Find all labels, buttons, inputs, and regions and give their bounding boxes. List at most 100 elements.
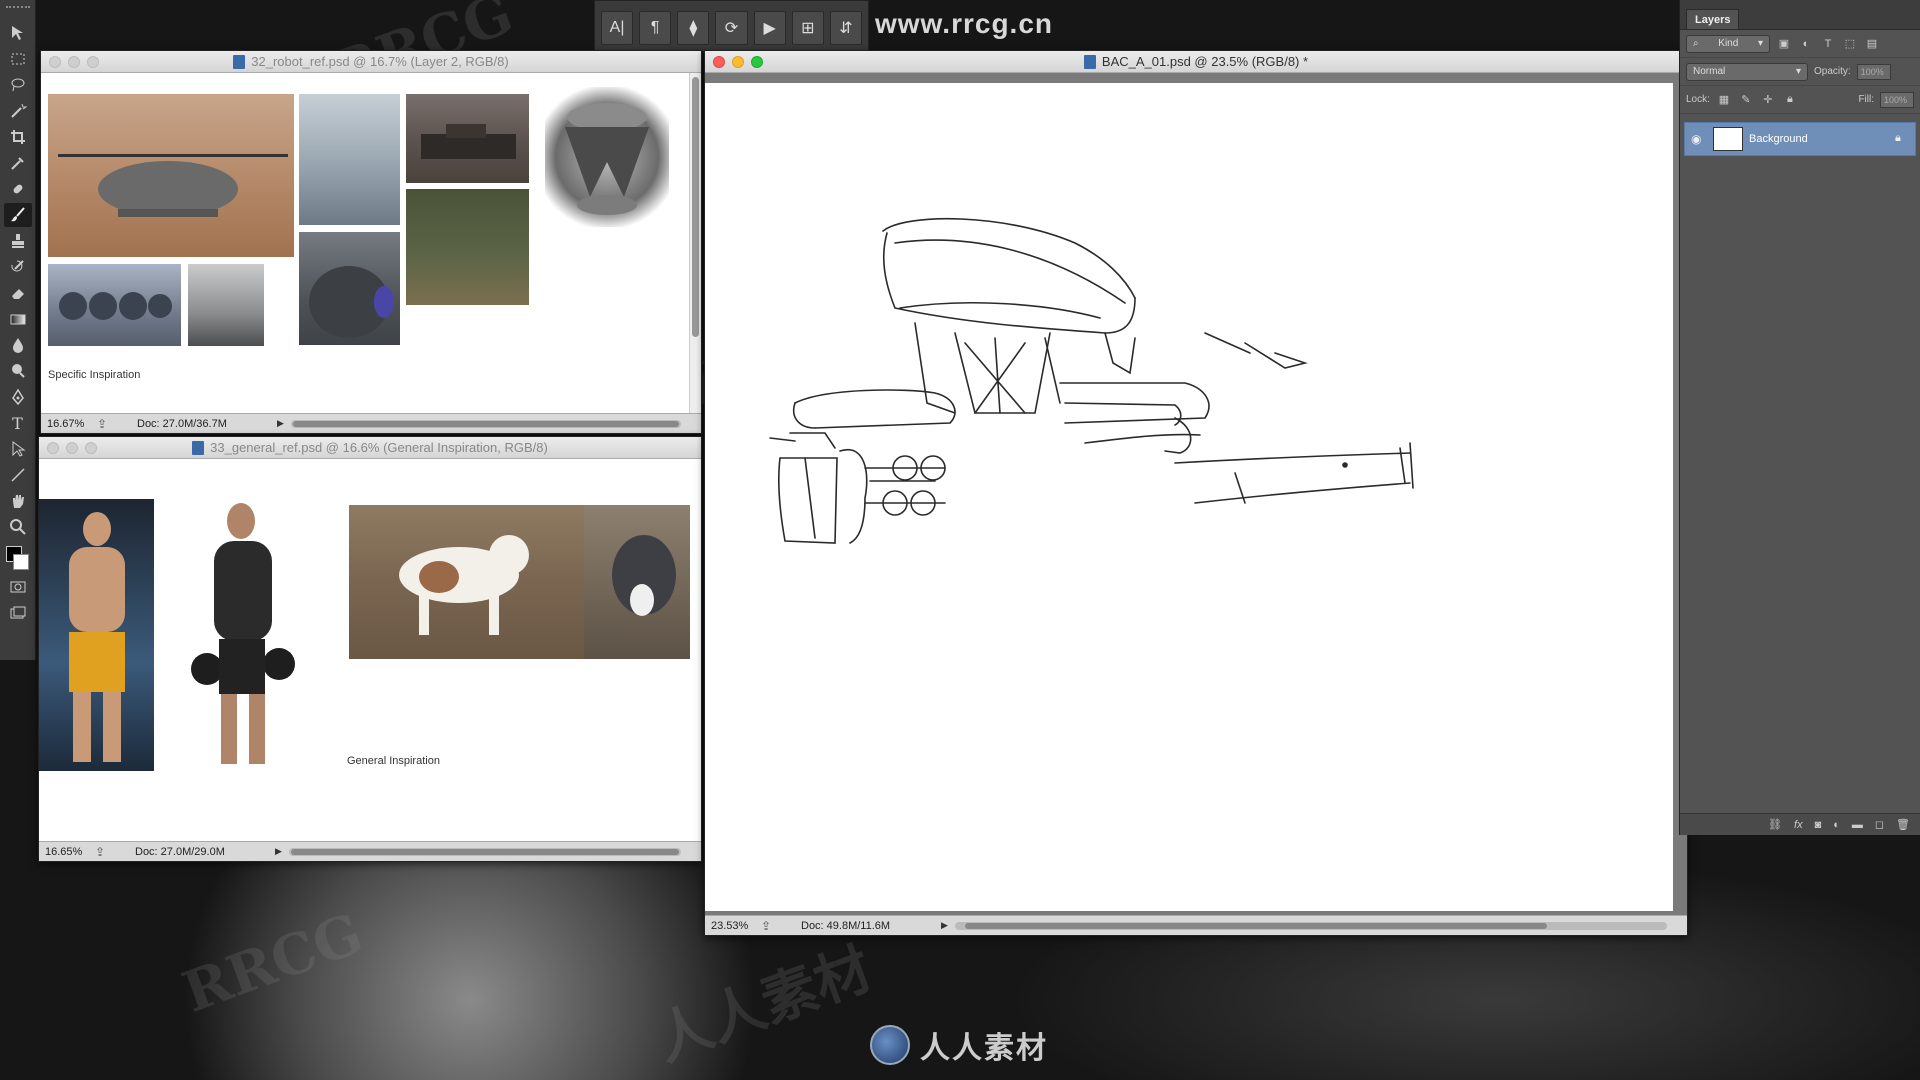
move-icon[interactable] [4, 21, 32, 45]
actions-play-button[interactable]: ▶ [753, 11, 786, 45]
tools-panel: T [0, 0, 36, 660]
layers-tab[interactable]: Layers [1686, 9, 1740, 29]
minimize-button[interactable] [732, 56, 744, 68]
scrollbar-thumb[interactable] [965, 922, 1547, 929]
filter-smart-object-icon[interactable]: ▤ [1864, 36, 1880, 52]
status-menu-arrow-icon[interactable]: ▶ [941, 920, 955, 931]
adjustment-icon[interactable]: ◐ [1833, 819, 1840, 831]
zoom-level[interactable]: 23.53% [711, 920, 761, 932]
trash-icon[interactable]: 🗑︎ [1896, 818, 1910, 831]
lock-transparent-icon[interactable]: ▦ [1716, 92, 1732, 108]
general-inspiration-caption: General Inspiration [347, 755, 440, 767]
eyedropper-icon[interactable] [4, 151, 32, 175]
layer-comps-button[interactable]: ⊞ [791, 11, 824, 45]
marquee-icon[interactable] [4, 47, 32, 71]
layer-filter-select[interactable]: ⌕ Kind ▾ [1686, 34, 1770, 53]
lasso-icon[interactable] [4, 73, 32, 97]
share-icon[interactable]: ⇪ [761, 919, 801, 933]
status-menu-arrow-icon[interactable]: ▶ [277, 418, 291, 429]
share-icon[interactable]: ⇪ [97, 417, 137, 431]
filter-type-icon[interactable]: T [1820, 36, 1836, 52]
layer-lock-icon[interactable]: 🔒︎ [1895, 132, 1909, 146]
panel-grip[interactable] [5, 6, 30, 12]
blend-mode-select[interactable]: Normal ▾ [1686, 62, 1808, 81]
type-icon[interactable]: T [4, 411, 32, 435]
layer-row-background[interactable]: ◉ Background 🔒︎ [1684, 122, 1916, 156]
line-icon[interactable] [4, 463, 32, 487]
screen-mode-icon[interactable] [4, 601, 32, 625]
horizontal-scrollbar[interactable] [955, 921, 1667, 930]
window-titlebar[interactable]: 33_general_ref.psd @ 16.6% (General Insp… [39, 437, 701, 459]
window-titlebar[interactable]: BAC_A_01.psd @ 23.5% (RGB/8) * [705, 51, 1687, 73]
mask-icon[interactable]: ◙ [1815, 819, 1822, 831]
brush-icon[interactable] [3, 203, 32, 227]
helicopter-image [48, 94, 294, 257]
window-titlebar[interactable]: 32_robot_ref.psd @ 16.7% (Layer 2, RGB/8… [41, 51, 701, 73]
path-select-icon[interactable] [4, 437, 32, 461]
blend-mode-value: Normal [1693, 66, 1726, 77]
history-button[interactable]: ⟳ [715, 11, 748, 45]
scrollbar-thumb[interactable] [291, 848, 679, 855]
horizontal-scrollbar[interactable] [289, 847, 681, 856]
minimize-button[interactable] [66, 442, 78, 454]
warship-image [299, 94, 400, 225]
zoom-button[interactable] [751, 56, 763, 68]
filter-shape-icon[interactable]: ⬚ [1842, 36, 1858, 52]
psd-file-icon [1083, 54, 1096, 69]
status-menu-arrow-icon[interactable]: ▶ [275, 846, 289, 857]
status-bar: 16.65% ⇪ Doc: 27.0M/29.0M ▶ [39, 841, 701, 861]
fill-field[interactable]: 100% [1880, 91, 1914, 108]
background-color-swatch[interactable] [12, 554, 29, 570]
zoom-button[interactable] [85, 442, 97, 454]
scrollbar-thumb[interactable] [692, 77, 699, 337]
zoom-level[interactable]: 16.67% [47, 418, 97, 430]
blur-icon[interactable] [4, 333, 32, 357]
vertical-scrollbar[interactable] [689, 73, 701, 413]
gradient-icon[interactable] [4, 307, 32, 331]
lock-all-icon[interactable]: 🔒︎ [1782, 92, 1798, 108]
lock-brush-icon[interactable]: ✎ [1738, 92, 1754, 108]
lock-position-icon[interactable]: ✛ [1760, 92, 1776, 108]
link-icon[interactable]: ⛓ [1768, 818, 1782, 831]
layer-name[interactable]: Background [1749, 133, 1889, 145]
close-button[interactable] [47, 442, 59, 454]
pen-icon[interactable] [4, 385, 32, 409]
specific-inspiration-caption: Specific Inspiration [48, 369, 141, 381]
healing-brush-icon[interactable] [4, 177, 32, 201]
share-icon[interactable]: ⇪ [95, 845, 135, 859]
quick-mask-icon[interactable] [4, 575, 32, 599]
color-swatches[interactable] [4, 544, 32, 574]
dodge-icon[interactable] [4, 359, 32, 383]
horizontal-scrollbar[interactable] [291, 419, 681, 428]
character-panel-button[interactable]: A| [601, 11, 634, 45]
clone-stamp-icon[interactable] [4, 229, 32, 253]
doc-size: Doc: 49.8M/11.6M [801, 919, 891, 932]
history-brush-icon[interactable] [4, 255, 32, 279]
folder-icon[interactable]: ▬ [1852, 819, 1863, 831]
filter-adjustment-icon[interactable]: ◐ [1798, 36, 1814, 52]
close-button[interactable] [49, 56, 61, 68]
hand-icon[interactable] [4, 489, 32, 513]
new-layer-icon[interactable]: ◻ [1875, 818, 1884, 831]
scrollbar-thumb[interactable] [293, 420, 679, 427]
zoom-button[interactable] [87, 56, 99, 68]
opacity-label: Opacity: [1814, 66, 1851, 77]
eraser-icon[interactable] [4, 281, 32, 305]
zoom-level[interactable]: 16.65% [45, 846, 95, 858]
minimize-button[interactable] [68, 56, 80, 68]
close-button[interactable] [713, 56, 725, 68]
visibility-eye-icon[interactable]: ◉ [1691, 132, 1707, 146]
filter-pixel-icon[interactable]: ▣ [1776, 36, 1792, 52]
paragraph-panel-button[interactable]: ¶ [639, 11, 672, 45]
canvas[interactable] [705, 83, 1673, 911]
chevron-down-icon: ▾ [1795, 66, 1801, 77]
zoom-icon[interactable] [4, 515, 32, 539]
boxer-image [169, 499, 319, 771]
crop-icon[interactable] [4, 125, 32, 149]
opacity-field[interactable]: 100% [1856, 63, 1891, 80]
fx-icon[interactable]: fx [1794, 819, 1803, 831]
properties-button[interactable]: ⇵ [829, 11, 862, 45]
magic-wand-icon[interactable] [4, 99, 32, 123]
logo-icon [870, 1025, 910, 1065]
brush-presets-button[interactable]: ⧫ [677, 11, 710, 45]
